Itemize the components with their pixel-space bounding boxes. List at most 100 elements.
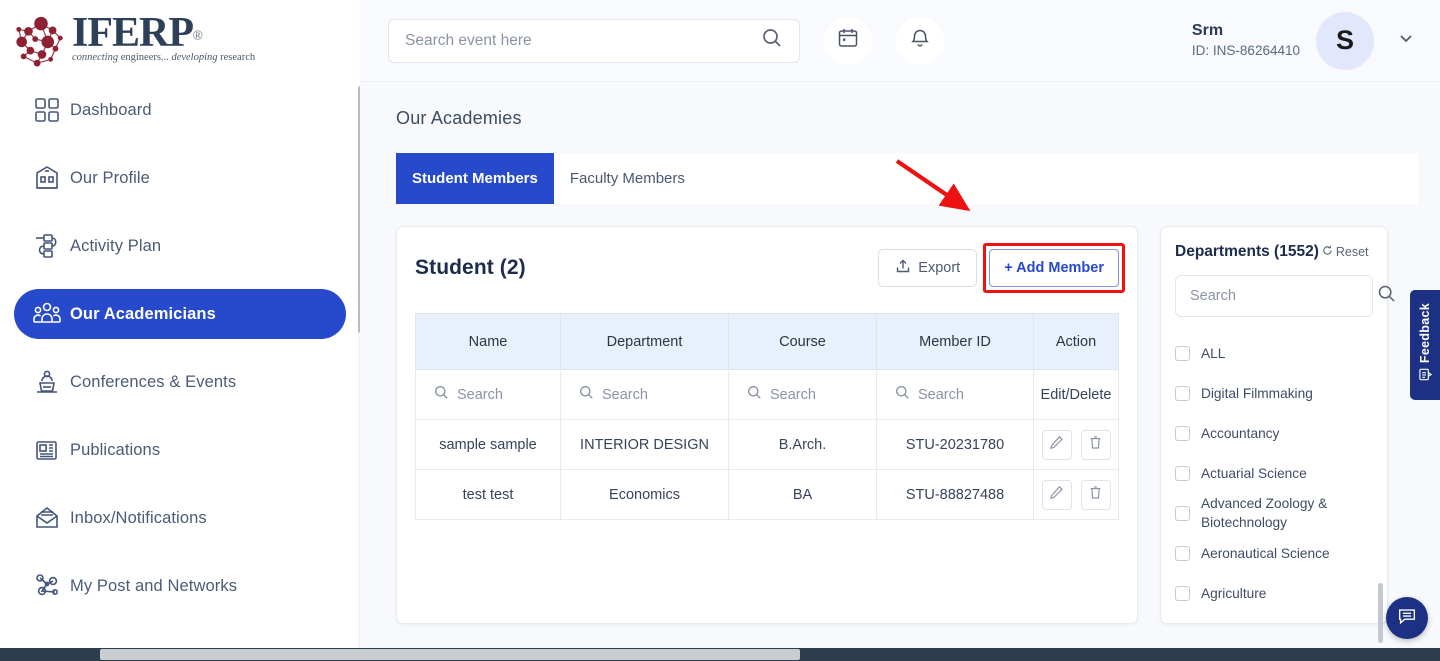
export-label: Export [918,260,960,276]
brand-registered-mark: ® [193,28,203,43]
department-item[interactable]: Aeronautical Science [1175,533,1373,573]
search-icon[interactable] [1377,284,1396,308]
card-actions: Export + Add Member [878,249,1119,287]
table-head: Name Department Course Member ID Action [416,314,1119,370]
departments-panel: Departments (1552) Reset [1160,226,1388,624]
sidebar-item-activity-plan[interactable]: Activity Plan [14,221,346,271]
chat-bubble-icon [1396,605,1418,632]
panels-row: Student (2) Export + Add Member [396,226,1418,624]
checkbox[interactable] [1175,386,1190,401]
column-header-course[interactable]: Course [729,314,877,370]
cell-member-id: STU-88827488 [877,470,1034,520]
checkbox[interactable] [1175,586,1190,601]
sidebar-item-our-academicians[interactable]: Our Academicians [14,289,346,339]
cell-member-id: STU-20231780 [877,420,1034,470]
delete-button[interactable] [1081,480,1111,510]
reset-label: Reset [1336,245,1369,259]
department-item[interactable]: Accountancy [1175,413,1373,453]
workflow-icon [24,233,70,259]
department-item[interactable]: Agriculture [1175,573,1373,613]
cell-name: sample sample [416,420,561,470]
search-icon[interactable] [761,27,783,54]
column-header-department[interactable]: Department [561,314,729,370]
department-item-all[interactable]: ALL [1175,333,1373,373]
filter-cell-member-id[interactable]: Search [877,370,1034,420]
department-label: Agriculture [1201,584,1266,603]
brand-logo[interactable]: IFERP® connecting engineers... developin… [0,0,360,85]
checkbox[interactable] [1175,546,1190,561]
sidebar-item-label: Activity Plan [70,237,161,256]
app-root: IFERP® connecting engineers... developin… [0,0,1440,661]
sidebar: IFERP® connecting engineers... developin… [0,0,360,661]
filter-cell-department[interactable]: Search [561,370,729,420]
sidebar-item-label: Our Academicians [70,305,216,324]
department-item[interactable]: Advanced Zoology & Biotechnology [1175,493,1373,533]
departments-search-box[interactable] [1175,275,1373,317]
table-row: test test Economics BA STU-88827488 [416,470,1119,520]
sidebar-nav: Dashboard Our Profile Activity Plan Our … [0,85,360,611]
checkbox[interactable] [1175,426,1190,441]
column-header-member-id[interactable]: Member ID [877,314,1034,370]
checkbox[interactable] [1175,346,1190,361]
table-filter-row: Search Search [416,370,1119,420]
cell-department: INTERIOR DESIGN [561,420,729,470]
sidebar-item-our-profile[interactable]: Our Profile [14,153,346,203]
page-title: Our Academies [396,108,1418,129]
departments-scrollbar-thumb[interactable] [1378,583,1383,643]
department-item[interactable]: Actuarial Science [1175,453,1373,493]
add-member-button[interactable]: + Add Member [989,249,1119,287]
search-input[interactable] [405,32,761,50]
horizontal-scrollbar-thumb[interactable] [100,649,800,660]
card-title: Student (2) [415,256,526,280]
filter-cell-name[interactable]: Search [416,370,561,420]
event-search-box[interactable] [388,19,800,63]
user-id: ID: INS-86264410 [1192,41,1300,60]
departments-search-input[interactable] [1190,288,1377,304]
export-button[interactable]: Export [878,249,977,287]
reset-button[interactable]: Reset [1322,245,1369,259]
filter-cell-course[interactable]: Search [729,370,877,420]
table-body: Search Search [416,370,1119,520]
upload-icon [895,258,911,278]
column-header-action: Action [1034,314,1119,370]
cell-department: Economics [561,470,729,520]
cell-action [1034,420,1119,470]
edit-button[interactable] [1042,430,1072,460]
sidebar-item-publications[interactable]: Publications [14,425,346,475]
tab-faculty-members[interactable]: Faculty Members [554,153,701,204]
sidebar-item-my-post-and-networks[interactable]: My Post and Networks [14,561,346,611]
avatar[interactable]: S [1316,12,1374,70]
sidebar-item-conferences-events[interactable]: Conferences & Events [14,357,346,407]
table-header-row: Name Department Course Member ID Action [416,314,1119,370]
departments-header: Departments (1552) Reset [1161,243,1387,261]
sidebar-item-inbox-notifications[interactable]: Inbox/Notifications [14,493,346,543]
sidebar-item-dashboard[interactable]: Dashboard [14,85,346,135]
trash-icon [1088,435,1103,454]
search-icon [747,385,762,404]
department-label: Aeronautical Science [1201,544,1330,563]
department-label: Digital Filmmaking [1201,384,1313,403]
iferp-molecule-logo-icon [12,12,70,68]
edit-button[interactable] [1042,480,1072,510]
delete-button[interactable] [1081,430,1111,460]
main-region: Srm ID: INS-86264410 S Our Academies Stu… [360,0,1440,661]
grid-icon [24,97,70,123]
horizontal-scrollbar-track[interactable] [0,648,1440,661]
feedback-tab[interactable]: Feedback [1410,290,1440,400]
brand-name: IFERP [72,10,193,56]
podium-icon [24,369,70,395]
department-item[interactable]: Digital Filmmaking [1175,373,1373,413]
filter-placeholder: Search [457,387,503,403]
checkbox[interactable] [1175,506,1190,521]
member-type-tabs: Student Members Faculty Members [396,153,1418,204]
tab-student-members[interactable]: Student Members [396,153,554,204]
chat-button[interactable] [1386,597,1428,639]
checkbox[interactable] [1175,466,1190,481]
search-icon [434,385,449,404]
notifications-button[interactable] [896,17,944,65]
chevron-down-icon[interactable] [1396,28,1416,53]
pencil-icon [1049,435,1064,454]
calendar-button[interactable] [824,17,872,65]
column-header-name[interactable]: Name [416,314,561,370]
user-menu[interactable]: Srm ID: INS-86264410 S [1192,12,1416,70]
